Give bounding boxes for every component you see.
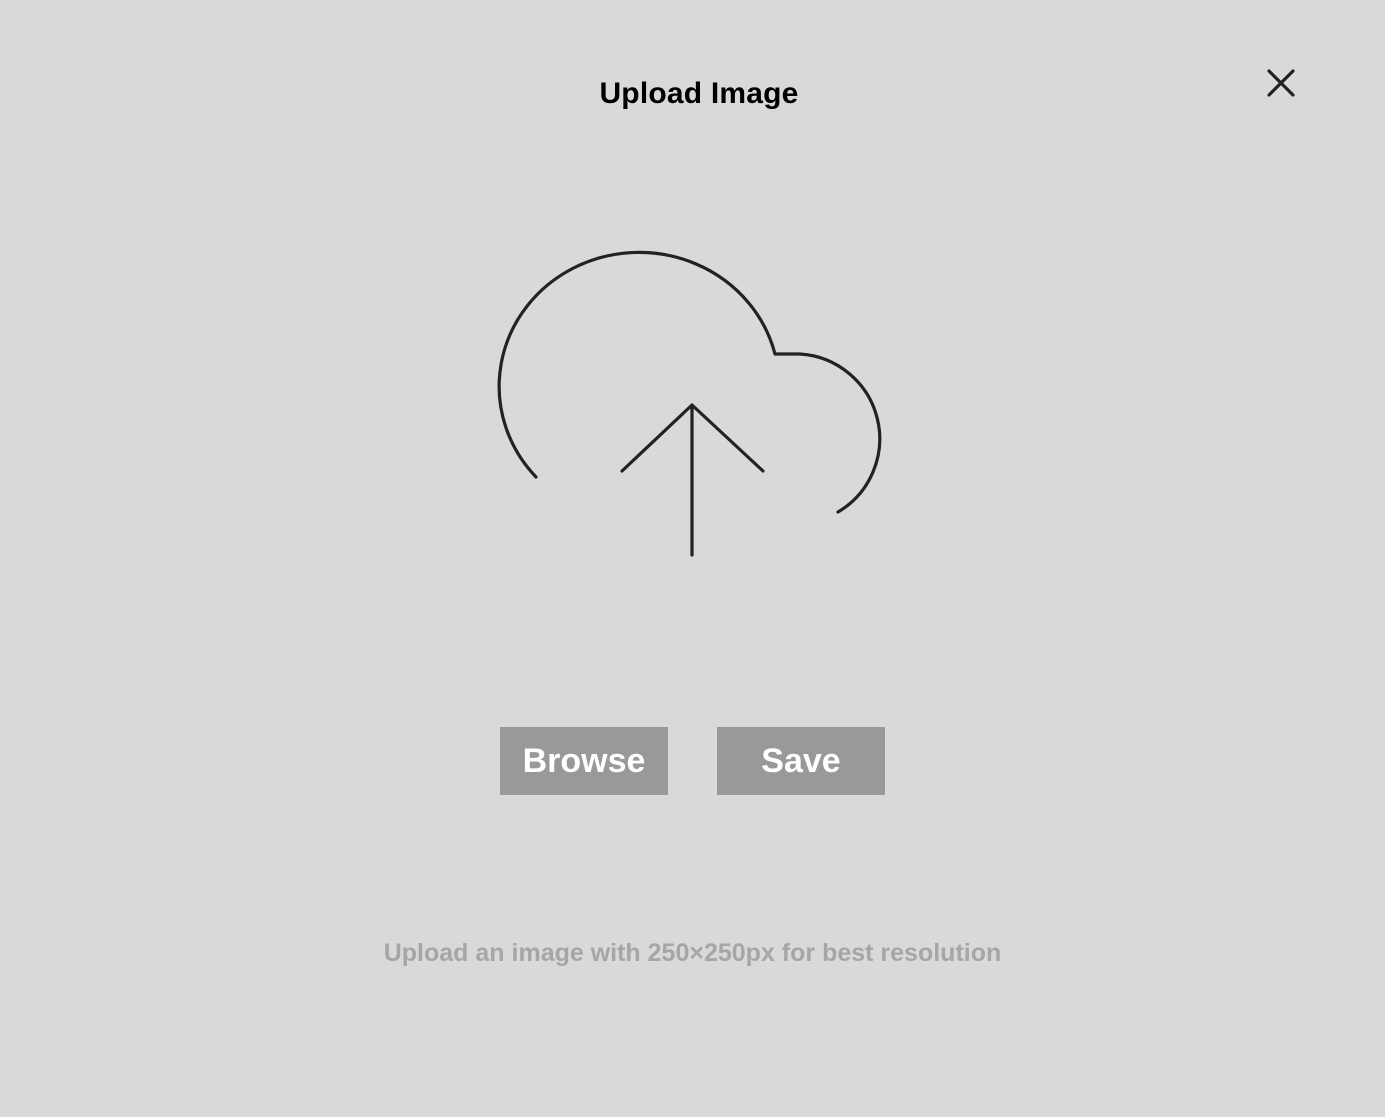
cloud-upload-icon (497, 250, 882, 557)
close-icon (1267, 69, 1295, 97)
close-button[interactable] (1261, 63, 1301, 103)
browse-button[interactable]: Browse (500, 727, 668, 795)
dialog-title: Upload Image (599, 77, 799, 110)
upload-image-dialog: Upload Image Browse Save Upload an image… (0, 0, 1385, 1117)
save-button[interactable]: Save (717, 727, 885, 795)
upload-hint-text: Upload an image with 250×250px for best … (383, 939, 1002, 967)
upload-drop-area[interactable] (480, 235, 900, 575)
